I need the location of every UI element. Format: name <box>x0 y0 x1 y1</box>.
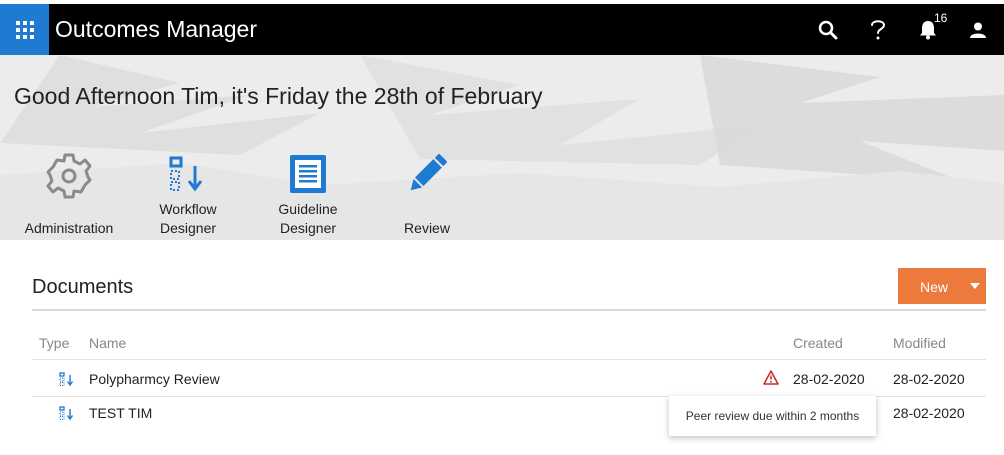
row-created: 28-02-2020 <box>793 371 865 387</box>
app-title: Outcomes Manager <box>55 16 257 42</box>
document-icon <box>290 155 326 193</box>
tile-administration[interactable]: Administration <box>9 150 129 240</box>
workflow-icon <box>59 406 74 420</box>
help-button[interactable] <box>858 4 898 55</box>
row-modified: 28-02-2020 <box>893 405 965 421</box>
tile-label-line1: Guideline <box>278 201 338 217</box>
tile-label-line2: Designer <box>159 220 217 236</box>
warning-icon[interactable] <box>763 370 779 385</box>
notification-count-badge: 16 <box>934 11 948 25</box>
column-header-name[interactable]: Name <box>89 335 126 351</box>
new-document-button[interactable]: New <box>898 268 986 304</box>
tile-label-line2: Designer <box>279 220 337 236</box>
documents-heading: Documents <box>32 276 134 298</box>
tile-workflow-designer[interactable]: Workflow Designer <box>128 150 248 240</box>
workflow-icon <box>169 156 203 192</box>
new-button-label: New <box>919 279 948 295</box>
welcome-banner: Good Afternoon Tim, it's Friday the 28th… <box>0 55 1004 240</box>
row-name[interactable]: Polypharmcy Review <box>89 371 220 387</box>
warning-tooltip: Peer review due within 2 months <box>669 396 876 436</box>
help-icon <box>871 19 886 39</box>
greeting-text: Good Afternoon Tim, it's Friday the 28th… <box>14 83 543 109</box>
workflow-icon <box>59 372 74 386</box>
column-header-type[interactable]: Type <box>39 335 69 351</box>
search-button[interactable] <box>808 4 848 55</box>
tile-label: Review <box>404 220 450 236</box>
header-row-divider <box>32 359 986 360</box>
row-modified: 28-02-2020 <box>893 371 965 387</box>
column-header-modified[interactable]: Modified <box>893 335 946 351</box>
tile-label: Administration <box>24 220 114 236</box>
column-header-created[interactable]: Created <box>793 335 843 351</box>
row-name[interactable]: TEST TIM <box>89 405 152 421</box>
apps-menu-button[interactable] <box>0 4 49 55</box>
caret-down-icon <box>970 283 980 289</box>
user-menu-button[interactable] <box>958 4 998 55</box>
gear-icon <box>46 153 92 199</box>
top-bar: Outcomes Manager 16 <box>0 4 1004 55</box>
pencil-icon <box>410 153 448 191</box>
search-icon <box>818 20 838 39</box>
new-dropdown-toggle[interactable] <box>970 268 986 304</box>
apps-grid-icon <box>15 20 34 39</box>
user-icon <box>970 22 986 38</box>
documents-divider <box>32 309 986 311</box>
tile-label-line1: Workflow <box>159 201 217 217</box>
tile-review[interactable]: Review <box>367 150 487 240</box>
tile-guideline-designer[interactable]: Guideline Designer <box>248 150 368 240</box>
